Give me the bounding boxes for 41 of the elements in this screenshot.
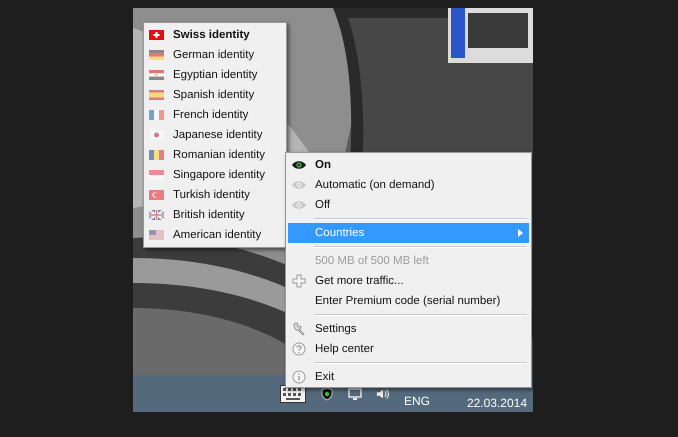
menu-item[interactable]: Enter Premium code (serial number) <box>288 291 529 311</box>
japanese-flag-icon <box>149 130 164 140</box>
plus-icon <box>291 274 307 288</box>
country-item[interactable]: Japanese identity <box>146 125 284 145</box>
country-item[interactable]: Singapore identity <box>146 165 284 185</box>
swiss-flag-icon <box>149 30 164 40</box>
traffic-status: 500 MB of 500 MB left <box>314 254 430 269</box>
country-item[interactable]: Swiss identity <box>146 25 284 45</box>
help-icon <box>291 342 307 356</box>
info-icon <box>291 370 307 384</box>
monitor-icon[interactable] <box>348 386 362 400</box>
speaker-icon[interactable] <box>376 386 390 400</box>
menu-item[interactable]: Settings <box>288 319 529 339</box>
country-item[interactable]: Turkish identity <box>146 185 284 205</box>
egyptian-flag-icon <box>149 70 164 80</box>
wrench-icon <box>291 322 307 336</box>
taskbar-date[interactable]: 22.03.2014 <box>466 396 527 410</box>
shield-icon[interactable] <box>320 386 334 400</box>
spanish-flag-icon <box>149 90 164 100</box>
american-flag-icon <box>149 230 164 240</box>
country-item[interactable]: Egyptian identity <box>146 65 284 85</box>
country-item[interactable]: American identity <box>146 225 284 245</box>
language-indicator[interactable]: ENG <box>404 394 430 408</box>
mode-item[interactable]: On <box>288 155 529 175</box>
country-item[interactable]: British identity <box>146 205 284 225</box>
country-item[interactable]: German identity <box>146 45 284 65</box>
german-flag-icon <box>149 50 164 60</box>
mode-item[interactable]: Automatic (on demand) <box>288 175 529 195</box>
mode-item[interactable]: Off <box>288 195 529 215</box>
romanian-flag-icon <box>149 150 164 160</box>
singapore-flag-icon <box>149 170 164 180</box>
turkish-flag-icon <box>149 190 164 200</box>
country-item[interactable]: Romanian identity <box>146 145 284 165</box>
british-flag-icon <box>149 210 164 220</box>
menu-item[interactable]: Help center <box>288 339 529 359</box>
french-flag-icon <box>149 110 164 120</box>
submenu-arrow-icon <box>518 229 523 237</box>
menu-item[interactable]: Get more traffic... <box>288 271 529 291</box>
menu-item[interactable]: Exit <box>288 367 529 387</box>
country-item[interactable]: French identity <box>146 105 284 125</box>
country-item[interactable]: Spanish identity <box>146 85 284 105</box>
